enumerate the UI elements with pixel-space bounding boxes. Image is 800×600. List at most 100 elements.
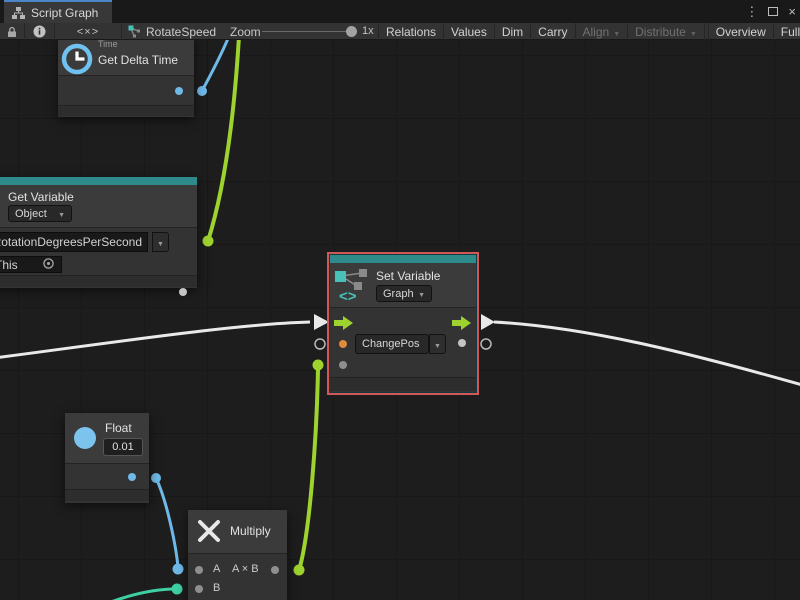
caret-down-icon: [690, 25, 697, 39]
output-port-value[interactable]: [458, 339, 466, 347]
close-icon[interactable]: ×: [788, 5, 796, 18]
wire-endpoint-blue: [151, 473, 161, 483]
node-footer: [65, 489, 149, 501]
svg-text:<>: <>: [339, 288, 357, 303]
variable-name-caret-button[interactable]: [429, 334, 446, 354]
maximize-icon[interactable]: [768, 7, 778, 16]
node-header: Time Get Delta Time: [58, 40, 194, 75]
caret-down-icon: [157, 233, 164, 251]
dim-button[interactable]: Dim: [495, 23, 531, 40]
wire-endpoint-green: [313, 360, 324, 371]
node-title: Float: [105, 421, 132, 435]
graph-asset-icon: [128, 25, 141, 38]
caret-down-icon: [613, 25, 620, 39]
values-button[interactable]: Values: [444, 23, 495, 40]
caret-down-icon: [58, 208, 65, 220]
empty-port-ring-left[interactable]: [315, 339, 325, 349]
caret-down-icon: [418, 288, 425, 300]
port-label-a: A: [213, 563, 220, 575]
input-port-fallback[interactable]: [339, 361, 347, 369]
carry-button[interactable]: Carry: [531, 23, 575, 40]
zoom-label: Zoom: [230, 25, 261, 39]
input-port-value[interactable]: [339, 340, 347, 348]
variable-name-dropdown[interactable]: ChangePos: [355, 334, 429, 354]
zoom-slider-track[interactable]: [262, 31, 350, 32]
lock-icon: [6, 26, 18, 38]
lock-button[interactable]: [0, 23, 25, 40]
wire-multiply-to-setvar: [299, 368, 318, 570]
graph-variable-icon: <>: [333, 269, 371, 303]
node-footer: [0, 275, 197, 287]
port-label-result: A × B: [232, 563, 259, 575]
overview-button[interactable]: Overview: [708, 23, 774, 40]
node-body: [58, 75, 194, 105]
node-title: Multiply: [230, 524, 271, 538]
full-screen-button[interactable]: Full Screen: [774, 23, 800, 40]
caret-down-icon: [434, 335, 441, 353]
variable-name-caret-button[interactable]: [152, 232, 169, 252]
graph-asset-name: RotateSpeed: [146, 25, 216, 39]
node-category: Time: [98, 40, 118, 49]
output-port-result[interactable]: [271, 566, 279, 574]
node-body: [65, 463, 149, 489]
code-view-button[interactable]: <×>: [55, 23, 122, 40]
node-title: Get Variable: [8, 190, 74, 204]
object-picker-icon[interactable]: [42, 257, 55, 270]
selection-border: <> Set Variable Graph: [327, 252, 479, 395]
output-port-value[interactable]: [179, 288, 187, 296]
node-header: <> Set Variable Graph: [330, 263, 476, 307]
node-title: Get Delta Time: [98, 53, 178, 67]
graph-asset-breadcrumb[interactable]: RotateSpeed: [128, 23, 216, 40]
node-header: Multiply: [188, 510, 287, 553]
align-dropdown[interactable]: Align: [576, 23, 629, 40]
wire-float-to-multiply: [156, 478, 178, 567]
wire-endpoint-blue: [197, 86, 207, 96]
input-port-a[interactable]: [195, 566, 203, 574]
input-port-b[interactable]: [195, 585, 203, 593]
zoom-value: 1x: [362, 25, 374, 37]
graph-canvas[interactable]: Time Get Delta Time Get Variable Object …: [0, 40, 800, 600]
node-set-variable[interactable]: <> Set Variable Graph: [330, 255, 476, 392]
output-port-float[interactable]: [128, 473, 136, 481]
menu-icon[interactable]: ⋮: [745, 5, 758, 18]
info-button[interactable]: [25, 23, 55, 40]
relations-button[interactable]: Relations: [379, 23, 444, 40]
graph-toolbar: <×> RotateSpeed Zoom 1x Relations Values…: [0, 23, 800, 40]
wire-flow-out: [494, 322, 800, 386]
variable-kind-dropdown[interactable]: Graph: [376, 285, 432, 302]
tab-bar: Script Graph ⋮ ×: [0, 0, 800, 23]
flow-output-port[interactable]: [452, 316, 472, 330]
float-icon: [74, 427, 96, 449]
port-label-b: B: [213, 582, 220, 594]
wire-to-multiply-b: [108, 589, 175, 600]
node-get-delta-time[interactable]: Time Get Delta Time: [58, 40, 194, 117]
unity-graph-window: Script Graph ⋮ × <×>: [0, 0, 800, 600]
node-float[interactable]: Float 0.01: [65, 413, 149, 503]
info-icon: [33, 25, 46, 38]
distribute-dropdown[interactable]: Distribute: [628, 23, 705, 40]
node-footer: [330, 377, 476, 391]
variable-color-bar: [0, 177, 197, 185]
tab-label: Script Graph: [31, 6, 98, 20]
wire-endpoint-green: [294, 565, 305, 576]
tab-script-graph[interactable]: Script Graph: [4, 0, 112, 23]
output-port-deltatime[interactable]: [175, 87, 183, 95]
node-multiply[interactable]: Multiply A A × B B: [188, 510, 287, 600]
variable-name-field[interactable]: RotationDegreesPerSecond: [0, 232, 148, 252]
float-value-input[interactable]: 0.01: [103, 438, 143, 456]
script-graph-icon: [12, 7, 25, 19]
variable-color-bar: [330, 255, 476, 263]
wire-endpoint-blue: [173, 564, 184, 575]
node-get-variable[interactable]: Get Variable Object RotationDegreesPerSe…: [0, 177, 197, 288]
code-view-icon: <×>: [77, 26, 99, 38]
wire-endpoint-green: [203, 236, 214, 247]
variable-kind-dropdown[interactable]: Object: [8, 205, 72, 222]
clock-icon: [60, 42, 94, 76]
zoom-slider-thumb[interactable]: [346, 26, 357, 37]
wire-endpoint-teal: [172, 584, 183, 595]
flow-input-port[interactable]: [334, 316, 354, 330]
wire-flow-in: [0, 322, 310, 358]
empty-port-ring-right[interactable]: [481, 339, 491, 349]
toolbar-buttons: Relations Values Dim Carry Align Distrib…: [379, 23, 800, 40]
node-body: ChangePos: [330, 307, 476, 377]
